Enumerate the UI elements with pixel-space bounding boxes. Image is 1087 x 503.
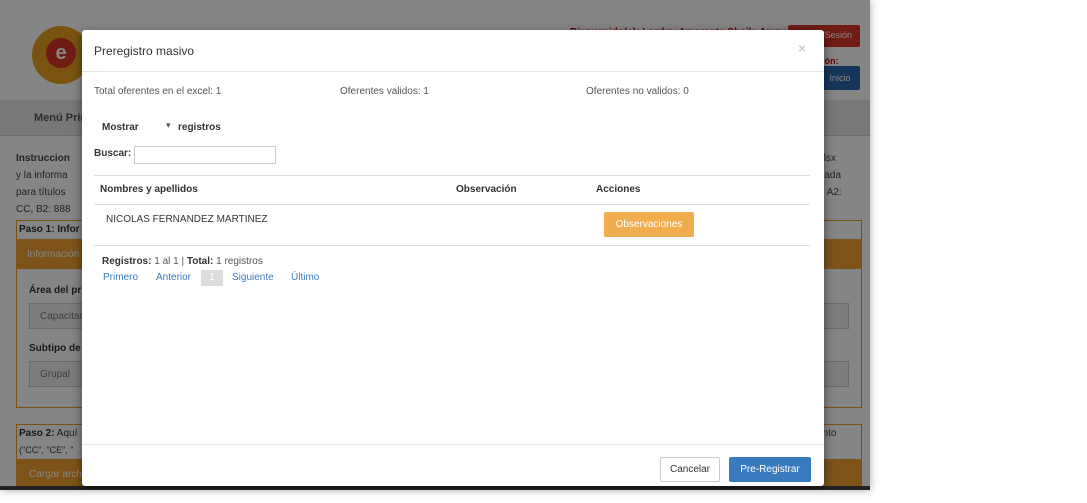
observations-button[interactable]: Observaciones xyxy=(604,212,694,237)
table-header-divider xyxy=(94,204,810,205)
records-label: Registros: xyxy=(102,256,152,267)
pager-next[interactable]: Siguiente xyxy=(232,272,274,283)
records-total-label: Total: xyxy=(186,256,214,267)
cancel-button[interactable]: Cancelar xyxy=(660,457,720,482)
total-offerers-text: Total oferentes en el excel: 1 xyxy=(94,86,222,97)
records-range: 1 al 1 xyxy=(154,256,179,267)
preregister-modal: Preregistro masivo × Total oferentes en … xyxy=(82,30,824,486)
column-header-actions: Acciones xyxy=(596,184,641,195)
background-app: e Bienvenido(a): Lorduy Amarante Sheila … xyxy=(0,0,870,490)
pager-previous[interactable]: Anterior xyxy=(156,272,191,283)
modal-title: Preregistro masivo xyxy=(94,44,195,58)
records-info: Registros: 1 al 1 | Total: 1 registros xyxy=(102,256,263,267)
search-label: Buscar: xyxy=(94,148,132,159)
modal-header: Preregistro masivo × xyxy=(82,30,824,72)
table-row-name: NICOLAS FERNANDEZ MARTINEZ xyxy=(106,214,268,225)
bottom-strip xyxy=(0,486,870,490)
pager-first[interactable]: Primero xyxy=(103,272,138,283)
modal-footer-divider xyxy=(82,444,824,445)
show-suffix-label: registros xyxy=(178,122,221,133)
valid-offerers-text: Oferentes validos: 1 xyxy=(340,86,429,97)
show-label: Mostrar xyxy=(102,122,139,133)
table-row-divider xyxy=(94,245,810,246)
pager-last[interactable]: Último xyxy=(291,272,319,283)
search-input[interactable] xyxy=(134,146,276,164)
table-divider xyxy=(94,175,810,176)
records-separator: | xyxy=(181,256,185,267)
pre-register-button[interactable]: Pre-Registrar xyxy=(729,457,811,482)
records-total: 1 registros xyxy=(216,256,263,267)
column-header-observation[interactable]: Observación xyxy=(456,184,517,195)
column-header-names[interactable]: Nombres y apellidos xyxy=(100,184,198,195)
close-icon[interactable]: × xyxy=(798,40,806,56)
pager-current-page[interactable]: 1 xyxy=(201,270,223,286)
page-length-select[interactable]: ▾ xyxy=(166,120,171,131)
invalid-offerers-text: Oferentes no validos: 0 xyxy=(586,86,689,97)
